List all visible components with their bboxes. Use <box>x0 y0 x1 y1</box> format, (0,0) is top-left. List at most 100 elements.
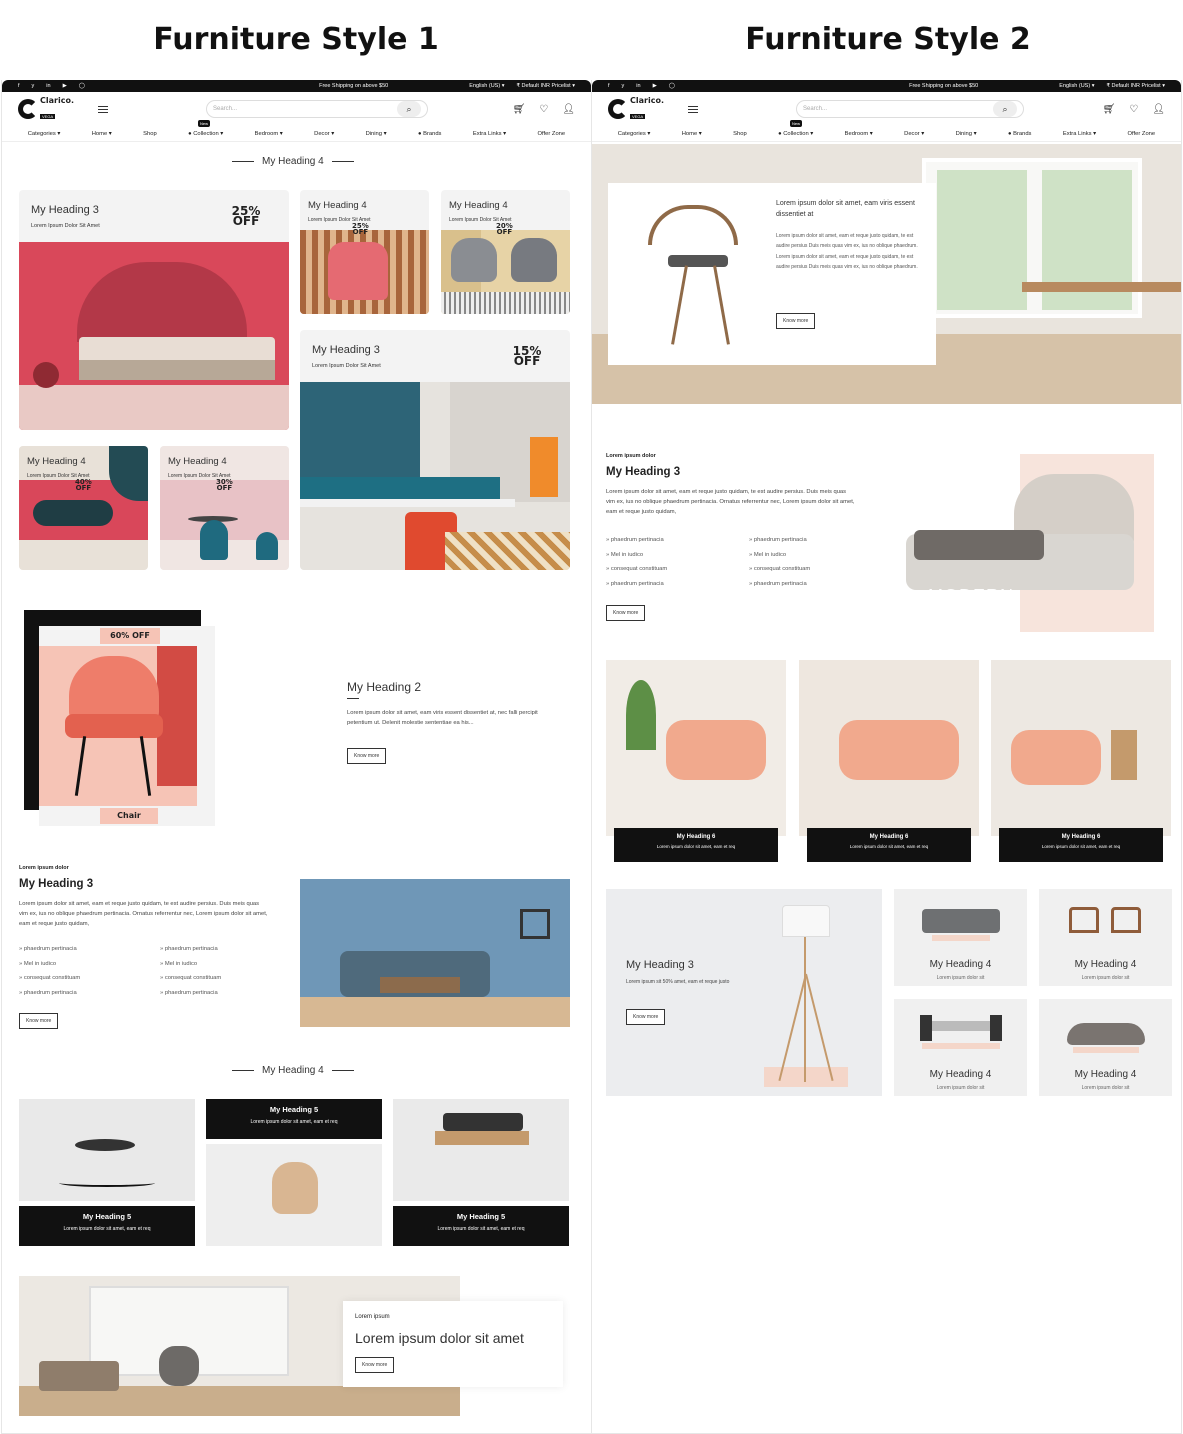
about-heading: My Heading 3 <box>606 466 681 478</box>
nav-extra-links[interactable]: Extra Links ▾ <box>473 131 506 137</box>
nav-categories[interactable]: Categories ▾ <box>618 131 651 137</box>
category-card[interactable]: My Heading 4 Lorem ipsum dolor sit <box>1039 999 1172 1096</box>
promo-card-bed-teal[interactable]: My Heading 3 Lorem Ipsum Dolor Sit Amet 1… <box>300 330 570 570</box>
shipping-text: Free Shipping on above $50 <box>909 83 979 89</box>
language-select[interactable]: English (US) ▾ <box>1059 83 1094 89</box>
promo-card-tables[interactable]: My Heading 4 Lorem Ipsum Dolor Sit Amet 3… <box>160 446 289 570</box>
logo[interactable]: Clarico. VEGA <box>608 96 678 123</box>
category-card[interactable]: My Heading 4 Lorem ipsum dolor sit <box>894 889 1027 986</box>
wood-chair-image <box>206 1144 382 1246</box>
product-tile[interactable]: My Heading 5 Lorem ipsum dolor sit amet, … <box>393 1206 569 1246</box>
pinterest-icon[interactable]: ◯ <box>669 83 675 89</box>
facebook-icon[interactable]: f <box>18 83 20 89</box>
search-input[interactable]: Search... ⌕ <box>796 100 1024 118</box>
cart-icon[interactable]: 🛒︎ <box>1103 104 1116 115</box>
about-kicker: Lorem ipsum dolor <box>606 453 656 459</box>
living-room-image <box>300 879 570 1027</box>
know-more-button[interactable]: Know more <box>626 1009 666 1025</box>
nav-brands[interactable]: ● Brands <box>1008 131 1031 137</box>
product-tile[interactable]: My Heading 5 Lorem ipsum dolor sit amet, … <box>19 1206 195 1246</box>
linkedin-icon[interactable]: in <box>636 83 640 89</box>
nav-offer-zone[interactable]: Offer Zone <box>538 131 566 137</box>
about-heading: My Heading 3 <box>19 878 94 890</box>
category-card[interactable]: My Heading 4 Lorem ipsum dolor sit <box>1039 889 1172 986</box>
nav-home[interactable]: Home ▾ <box>92 131 112 137</box>
know-more-button[interactable]: Know more <box>355 1357 395 1373</box>
menu-icon[interactable] <box>688 105 698 113</box>
nav-dining[interactable]: Dining ▾ <box>956 131 977 137</box>
hero-text: Lorem ipsum dolor sit amet, eam et reque… <box>776 233 918 270</box>
topbar: f y in ▶ ◯ Free Shipping on above $50 Englis… <box>592 80 1181 92</box>
section-heading: My Heading 4 <box>232 1065 354 1076</box>
language-select[interactable]: English (US) ▾ <box>469 83 504 89</box>
main-nav: New Categories ▾ Home ▾ Shop ● Collection ▾… <box>2 120 591 142</box>
product-tile[interactable]: My Heading 6 Lorem ipsum dolor sit amet, … <box>614 828 778 862</box>
youtube-icon[interactable]: ▶ <box>63 83 67 89</box>
hero-heading: Lorem ipsum dolor sit amet, eam viris es… <box>776 200 915 218</box>
wishlist-icon[interactable]: ♡ <box>539 104 548 115</box>
menu-icon[interactable] <box>98 105 108 113</box>
promo-card-bed[interactable]: My Heading 3 Lorem Ipsum Dolor Sit Amet 2… <box>19 190 289 430</box>
topbar: f y in ▶ ◯ Free Shipping on above $50 Englis… <box>2 80 591 92</box>
know-more-button[interactable]: Know more <box>19 1013 59 1029</box>
nav-extra-links[interactable]: Extra Links ▾ <box>1063 131 1096 137</box>
search-icon[interactable]: ⌕ <box>993 101 1017 117</box>
main-nav: New Categories ▾ Home ▾ Shop ● Collection ▾… <box>592 120 1181 142</box>
know-more-button[interactable]: Know more <box>606 605 646 621</box>
chairs-image <box>441 230 570 314</box>
product-tile[interactable]: My Heading 6 Lorem ipsum dolor sit amet, … <box>999 828 1163 862</box>
promo-card-armchair[interactable]: My Heading 4 Lorem Ipsum Dolor Sit Amet 2… <box>300 190 429 314</box>
sofa-image-3 <box>991 660 1171 836</box>
youtube-icon[interactable]: ▶ <box>653 83 657 89</box>
nav-decor[interactable]: Decor ▾ <box>314 131 334 137</box>
promo-heading: My Heading 2 <box>347 680 422 694</box>
armchair-image <box>300 230 429 314</box>
nav-categories[interactable]: Categories ▾ <box>28 131 61 137</box>
header: Clarico. VEGA Search... ⌕ 🛒︎ ♡ 👤︎ <box>592 92 1181 126</box>
section-heading: My Heading 4 <box>232 156 354 167</box>
facebook-icon[interactable]: f <box>608 83 610 89</box>
nav-bedroom[interactable]: Bedroom ▾ <box>255 131 283 137</box>
nav-collection[interactable]: ● Collection ▾ <box>188 131 223 137</box>
nav-dining[interactable]: Dining ▾ <box>366 131 387 137</box>
nav-bedroom[interactable]: Bedroom ▾ <box>845 131 873 137</box>
promo-card-ottoman[interactable]: My Heading 4 Lorem Ipsum Dolor Sit Amet 4… <box>19 446 148 570</box>
nav-shop[interactable]: Shop <box>733 131 747 137</box>
discount-badge: 25% OFF <box>231 204 261 228</box>
nav-collection[interactable]: ● Collection ▾ <box>778 131 813 137</box>
nav-home[interactable]: Home ▾ <box>682 131 702 137</box>
style1-frame: f y in ▶ ◯ Free Shipping on above $50 Englis… <box>1 80 592 1434</box>
linkedin-icon[interactable]: in <box>46 83 50 89</box>
user-icon[interactable]: 👤︎ <box>1152 104 1165 115</box>
lamp-card[interactable]: My Heading 3 Lorem ipsum sit 50% amet, e… <box>606 889 882 1096</box>
know-more-button[interactable]: Know more <box>347 748 387 764</box>
sofa-image-1 <box>606 660 786 836</box>
nav-decor[interactable]: Decor ▾ <box>904 131 924 137</box>
wishlist-icon[interactable]: ♡ <box>1129 104 1138 115</box>
know-more-button[interactable]: Know more <box>776 313 816 329</box>
pricelist-select[interactable]: ₹ Default INR Pricelist ▾ <box>1106 83 1165 89</box>
hero-card: Lorem ipsum dolor sit amet, eam viris es… <box>608 183 936 365</box>
style2-frame: f y in ▶ ◯ Free Shipping on above $50 Englis… <box>591 80 1182 1434</box>
logo[interactable]: Clarico. VEGA <box>18 96 88 123</box>
product-tile[interactable]: My Heading 6 Lorem ipsum dolor sit amet, … <box>807 828 971 862</box>
twitter-icon[interactable]: y <box>622 83 625 89</box>
nav-shop[interactable]: Shop <box>143 131 157 137</box>
nav-brands[interactable]: ● Brands <box>418 131 441 137</box>
cart-icon[interactable]: 🛒︎ <box>513 104 526 115</box>
pinterest-icon[interactable]: ◯ <box>79 83 85 89</box>
nav-offer-zone[interactable]: Offer Zone <box>1128 131 1156 137</box>
category-card[interactable]: My Heading 4 Lorem ipsum dolor sit <box>894 999 1027 1096</box>
about-kicker: Lorem ipsum dolor <box>19 865 69 871</box>
pricelist-select[interactable]: ₹ Default INR Pricelist ▾ <box>516 83 575 89</box>
search-input[interactable]: Search... ⌕ <box>206 100 428 118</box>
promo-card-chairs[interactable]: My Heading 4 Lorem Ipsum Dolor Sit Amet 2… <box>441 190 570 314</box>
product-tile[interactable]: My Heading 5 Lorem ipsum dolor sit amet, … <box>206 1099 382 1139</box>
new-badge: New <box>198 120 211 127</box>
user-icon[interactable]: 👤︎ <box>562 104 575 115</box>
search-icon[interactable]: ⌕ <box>397 101 421 117</box>
style2-title: Furniture Style 2 <box>745 22 1031 57</box>
twitter-icon[interactable]: y <box>32 83 35 89</box>
about-text: Lorem ipsum dolor sit amet, eam et reque… <box>19 901 268 927</box>
sofa-image-2 <box>799 660 979 836</box>
